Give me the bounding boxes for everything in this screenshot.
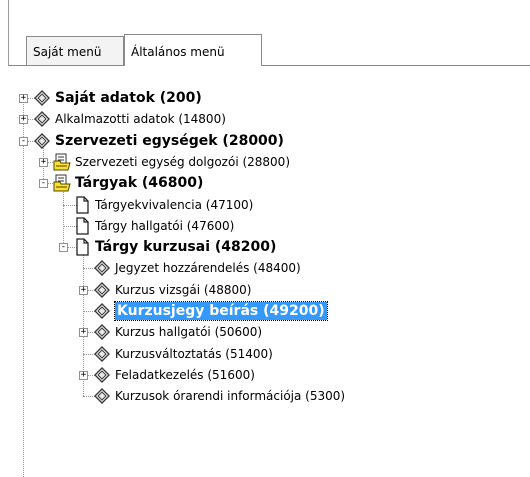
tree-item-label: Feladatkezelés (51600) bbox=[115, 367, 255, 382]
expand-icon[interactable]: + bbox=[79, 328, 88, 338]
diamond-icon bbox=[33, 110, 51, 128]
diamond-icon bbox=[93, 366, 111, 384]
tree-item-label: Tárgy kurzusai (48200) bbox=[95, 239, 277, 256]
menu-tree[interactable]: + Saját adatok (200) + Alkalmazotti adatok … bbox=[8, 66, 530, 477]
tree-item-label: Kurzus vizsgái (48800) bbox=[115, 282, 252, 297]
diamond-icon bbox=[93, 387, 111, 405]
tree-item-label: Kurzusváltoztatás (51400) bbox=[115, 346, 273, 361]
tree-item-label: Tárgyak (46800) bbox=[75, 175, 204, 192]
collapse-icon[interactable]: - bbox=[59, 243, 68, 253]
page-icon bbox=[73, 238, 91, 256]
collapse-icon[interactable]: - bbox=[39, 179, 48, 189]
tab-altalanos-menu[interactable]: Általános menü bbox=[124, 34, 262, 66]
tree-connector bbox=[63, 183, 64, 248]
tree-item-label: Tárgyekvivalencia (47100) bbox=[95, 197, 254, 212]
diamond-icon bbox=[93, 281, 111, 299]
page-icon bbox=[73, 195, 91, 214]
expand-icon[interactable]: + bbox=[79, 370, 88, 380]
tree-item-label: Szervezeti egységek (28000) bbox=[55, 132, 284, 149]
tab-sajat-menu[interactable]: Saját menü bbox=[26, 36, 124, 66]
diamond-icon bbox=[33, 89, 51, 107]
tree-item-label: Kurzusjegy beírás (49200) bbox=[114, 301, 328, 321]
tree-item-label: Alkalmazotti adatok (14800) bbox=[55, 112, 226, 127]
diamond-icon bbox=[93, 302, 111, 320]
expand-icon[interactable]: + bbox=[79, 285, 88, 295]
expand-icon[interactable]: + bbox=[19, 115, 28, 125]
expand-icon[interactable]: + bbox=[39, 157, 48, 167]
tree-item-label: Tárgy hallgatói (47600) bbox=[95, 218, 235, 233]
tree-item-label: Kurzus hallgatói (50600) bbox=[115, 325, 263, 340]
diamond-icon bbox=[93, 345, 111, 363]
diamond-icon bbox=[93, 259, 111, 277]
page-icon bbox=[73, 217, 91, 235]
tree-item-label: Szervezeti egység dolgozói (28800) bbox=[75, 154, 290, 169]
collapse-icon[interactable]: - bbox=[19, 136, 28, 146]
tree-item-label: Saját adatok (200) bbox=[55, 90, 202, 106]
tree-item-label: Jegyzet hozzárendelés (48400) bbox=[115, 261, 301, 276]
tree-connector bbox=[23, 98, 24, 477]
expand-icon[interactable]: + bbox=[19, 94, 28, 103]
diamond-icon bbox=[33, 132, 51, 150]
folder-doc-icon bbox=[53, 174, 71, 192]
diamond-icon bbox=[93, 323, 111, 341]
tree-item-label: Kurzusok órarendi információja (5300) bbox=[115, 389, 346, 404]
folder-doc-icon bbox=[53, 153, 71, 171]
